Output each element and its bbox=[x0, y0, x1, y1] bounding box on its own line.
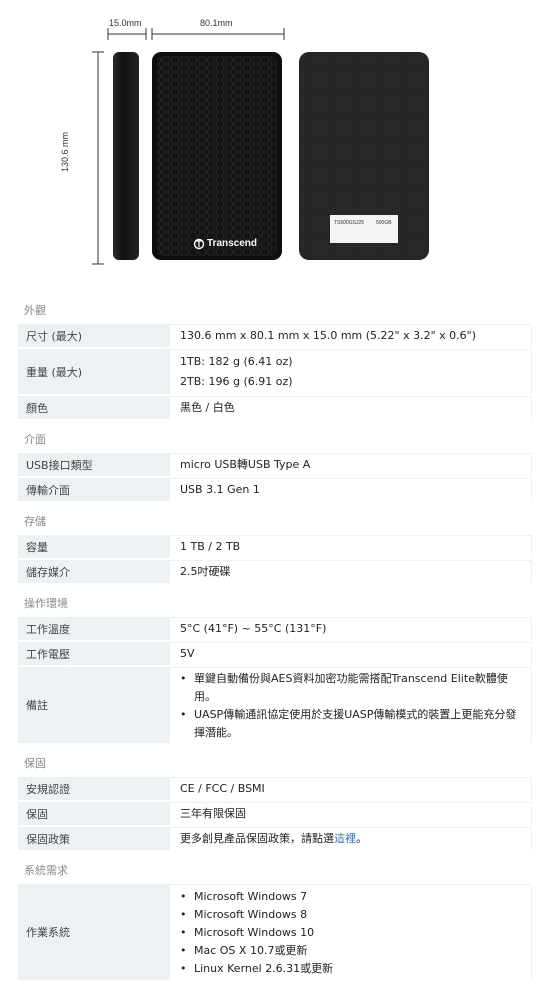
label-capacity: 500GB bbox=[376, 220, 392, 226]
spec-value-line: 黑色 / 白色 bbox=[180, 401, 235, 414]
warranty-link[interactable]: 這裡 bbox=[334, 832, 356, 845]
spec-value: CE / FCC / BSMI bbox=[170, 777, 532, 800]
spec-value: 2.5吋硬碟 bbox=[170, 560, 532, 583]
list-item: Microsoft Windows 7 bbox=[180, 888, 531, 906]
warranty-text-end: 。 bbox=[356, 832, 367, 845]
spec-value: 黑色 / 白色 bbox=[170, 396, 532, 419]
spec-value: USB 3.1 Gen 1 bbox=[170, 478, 532, 501]
spec-value: 5°C (41°F) ~ 55°C (131°F) bbox=[170, 617, 532, 640]
spec-label: 工作溫度 bbox=[18, 617, 170, 640]
spec-label: 重量 (最大) bbox=[18, 349, 170, 394]
spec-label: 儲存媒介 bbox=[18, 560, 170, 583]
spec-row: 保固 三年有限保固 bbox=[18, 802, 532, 827]
spec-label: 安規認證 bbox=[18, 777, 170, 800]
spec-value-line: 1 TB / 2 TB bbox=[180, 540, 241, 553]
spec-row: 安規認證 CE / FCC / BSMI bbox=[18, 777, 532, 802]
list-item: Microsoft Windows 10 bbox=[180, 924, 531, 942]
product-illustration: 15.0mm 80.1mm 130.6 mm Transcend TS500GS… bbox=[0, 0, 560, 282]
spec-value: 更多創見產品保固政策，請點選這裡。 bbox=[170, 827, 532, 850]
list-item: Linux Kernel 2.6.31或更新 bbox=[180, 960, 531, 978]
warranty-policy-text: 更多創見產品保固政策，請點選這裡。 bbox=[180, 829, 531, 849]
notes-list: 單鍵自動備份與AES資料加密功能需搭配Transcend Elite軟體使用。 … bbox=[180, 667, 531, 745]
spec-row: 保固政策 更多創見產品保固政策，請點選這裡。 bbox=[18, 827, 532, 852]
spec-row: 作業系統 Microsoft Windows 7 Microsoft Windo… bbox=[18, 884, 532, 982]
list-item: Mac OS X 10.7或更新 bbox=[180, 942, 531, 960]
spec-label: USB接口類型 bbox=[18, 453, 170, 476]
spec-value-line: 2.5吋硬碟 bbox=[180, 565, 231, 578]
spec-row: 工作溫度 5°C (41°F) ~ 55°C (131°F) bbox=[18, 617, 532, 642]
spec-value: Microsoft Windows 7 Microsoft Windows 8 … bbox=[170, 884, 532, 980]
section-title: 介面 bbox=[24, 433, 46, 446]
spec-label: 保固政策 bbox=[18, 827, 170, 850]
spec-value: 5V bbox=[170, 642, 532, 665]
spec-section-operating-environment: 操作環境 工作溫度 5°C (41°F) ~ 55°C (131°F) 工作電壓… bbox=[18, 591, 532, 745]
spec-row: 工作電壓 5V bbox=[18, 642, 532, 667]
list-item: 單鍵自動備份與AES資料加密功能需搭配Transcend Elite軟體使用。 bbox=[180, 670, 531, 706]
spec-table: 外觀 尺寸 (最大) 130.6 mm x 80.1 mm x 15.0 mm … bbox=[18, 298, 532, 982]
label-model: TS500GSJ25 bbox=[334, 220, 365, 226]
section-title: 存儲 bbox=[24, 515, 46, 528]
spec-value: 三年有限保固 bbox=[170, 802, 532, 825]
spec-value-line: USB 3.1 Gen 1 bbox=[180, 483, 260, 496]
brand-name: Transcend bbox=[207, 238, 258, 249]
spec-label: 顏色 bbox=[18, 396, 170, 419]
spec-value-line: 5°C (41°F) ~ 55°C (131°F) bbox=[180, 622, 327, 635]
drive-side-view bbox=[113, 52, 139, 260]
spec-section-interface: 介面 USB接口類型 micro USB轉USB Type A 傳輸介面 USB… bbox=[18, 427, 532, 503]
spec-value-line: CE / FCC / BSMI bbox=[180, 782, 265, 795]
list-item: UASP傳輸通訊協定使用於支援UASP傳輸模式的裝置上更能充分發揮潛能。 bbox=[180, 706, 531, 742]
spec-value: 1 TB / 2 TB bbox=[170, 535, 532, 558]
section-title: 系統需求 bbox=[24, 864, 68, 877]
spec-value-line: 三年有限保固 bbox=[180, 807, 246, 820]
spec-label: 作業系統 bbox=[18, 884, 170, 980]
spec-row: 備註 單鍵自動備份與AES資料加密功能需搭配Transcend Elite軟體使… bbox=[18, 667, 532, 745]
spec-value: micro USB轉USB Type A bbox=[170, 453, 532, 476]
spec-value: 130.6 mm x 80.1 mm x 15.0 mm (5.22" x 3.… bbox=[170, 324, 532, 347]
spec-row: 傳輸介面 USB 3.1 Gen 1 bbox=[18, 478, 532, 503]
spec-row: 顏色 黑色 / 白色 bbox=[18, 396, 532, 421]
spec-label: 保固 bbox=[18, 802, 170, 825]
spec-value: 單鍵自動備份與AES資料加密功能需搭配Transcend Elite軟體使用。 … bbox=[170, 667, 532, 743]
spec-section-warranty: 保固 安規認證 CE / FCC / BSMI 保固 三年有限保固 保固政策 更… bbox=[18, 751, 532, 852]
section-title: 操作環境 bbox=[24, 597, 68, 610]
spec-row: 儲存媒介 2.5吋硬碟 bbox=[18, 560, 532, 585]
spec-row: USB接口類型 micro USB轉USB Type A bbox=[18, 453, 532, 478]
spec-value: 1TB: 182 g (6.41 oz) 2TB: 196 g (6.91 oz… bbox=[170, 349, 532, 394]
depth-dimension: 15.0mm bbox=[109, 18, 142, 28]
warranty-text: 更多創見產品保固政策，請點選 bbox=[180, 832, 334, 845]
spec-label: 尺寸 (最大) bbox=[18, 324, 170, 347]
os-list: Microsoft Windows 7 Microsoft Windows 8 … bbox=[180, 885, 531, 981]
spec-row: 重量 (最大) 1TB: 182 g (6.41 oz) 2TB: 196 g … bbox=[18, 349, 532, 396]
spec-section-appearance: 外觀 尺寸 (最大) 130.6 mm x 80.1 mm x 15.0 mm … bbox=[18, 298, 532, 421]
spec-label: 工作電壓 bbox=[18, 642, 170, 665]
spec-value-line: 2TB: 196 g (6.91 oz) bbox=[180, 375, 293, 388]
product-drawing bbox=[92, 28, 429, 265]
spec-section-storage: 存儲 容量 1 TB / 2 TB 儲存媒介 2.5吋硬碟 bbox=[18, 509, 532, 585]
height-dimension: 130.6 mm bbox=[60, 131, 70, 172]
spec-row: 尺寸 (最大) 130.6 mm x 80.1 mm x 15.0 mm (5.… bbox=[18, 324, 532, 349]
section-title: 外觀 bbox=[24, 304, 46, 317]
spec-value-line: 1TB: 182 g (6.41 oz) bbox=[180, 355, 293, 368]
spec-label: 傳輸介面 bbox=[18, 478, 170, 501]
spec-value-line: 5V bbox=[180, 647, 195, 660]
spec-value-line: micro USB轉USB Type A bbox=[180, 458, 311, 471]
width-dimension: 80.1mm bbox=[200, 18, 233, 28]
spec-row: 容量 1 TB / 2 TB bbox=[18, 535, 532, 560]
spec-value-line: 130.6 mm x 80.1 mm x 15.0 mm (5.22" x 3.… bbox=[180, 329, 477, 342]
spec-section-system-requirements: 系統需求 作業系統 Microsoft Windows 7 Microsoft … bbox=[18, 858, 532, 982]
section-title: 保固 bbox=[24, 757, 46, 770]
spec-label: 備註 bbox=[18, 667, 170, 743]
list-item: Microsoft Windows 8 bbox=[180, 906, 531, 924]
spec-label: 容量 bbox=[18, 535, 170, 558]
